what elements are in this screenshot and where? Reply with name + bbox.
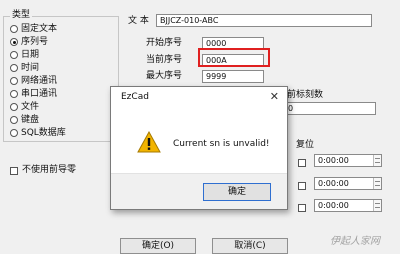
reset-time-1-value: 0:00:00 [318,156,349,165]
type-option-0[interactable]: 固定文本 [10,23,66,36]
dialog-message: Current sn is unvalid! [173,139,270,149]
type-option-2[interactable]: 日期 [10,49,66,62]
type-option-label: 键盘 [21,115,40,125]
type-option-label: 序列号 [21,37,49,47]
type-option-6[interactable]: 文件 [10,101,66,114]
time-spinner-2[interactable] [373,178,381,189]
reset-time-3-value: 0:00:00 [318,201,349,210]
type-group-title: 类型 [10,10,33,21]
radio-button[interactable] [10,76,18,85]
radio-button[interactable] [10,37,18,46]
cancel-button[interactable]: 取消(C) [212,238,288,254]
type-option-5[interactable]: 串口通讯 [10,88,66,101]
no-leading-zero-checkbox[interactable] [10,166,18,176]
ezcad-dialog: EzCad ✕ Current sn is unvalid! 确定 [110,86,288,210]
type-option-label: 时间 [21,63,40,73]
mark-count-input[interactable]: 0 [284,102,376,115]
close-icon[interactable]: ✕ [270,90,279,103]
reset-time-2-value: 0:00:00 [318,179,349,188]
type-option-4[interactable]: 网络通讯 [10,75,66,88]
watermark-text: 伊起人家网 [330,236,380,247]
radio-button[interactable] [10,63,18,72]
dialog-ok-button[interactable]: 确定 [203,183,271,201]
text-label: 文 本 [128,16,149,26]
max-number-input[interactable]: 9999 [202,70,264,83]
type-option-label: 固定文本 [21,24,58,34]
radio-button[interactable] [10,24,18,33]
type-option-label: 网络通讯 [21,76,58,86]
radio-button[interactable] [10,128,18,137]
warning-icon [137,131,161,153]
reset-label: 复位 [296,140,315,150]
radio-button[interactable] [10,102,18,111]
reset-checkbox-3[interactable] [298,203,306,213]
type-option-8[interactable]: SQL数据库 [10,127,66,140]
dialog-titlebar: EzCad ✕ [111,87,287,107]
type-option-label: 日期 [21,50,40,60]
type-option-label: 串口通讯 [21,89,58,99]
reset-checkbox-1[interactable] [298,158,306,168]
type-option-label: SQL数据库 [21,128,66,138]
ok-button[interactable]: 确定(O) [120,238,196,254]
type-option-7[interactable]: 键盘 [10,114,66,127]
type-option-label: 文件 [21,102,40,112]
time-spinner-3[interactable] [373,200,381,211]
type-option-1[interactable]: 序列号 [10,36,66,49]
reset-time-1[interactable]: 0:00:00 [314,154,382,167]
radio-button[interactable] [10,89,18,98]
type-radio-list: 固定文本序列号日期时间网络通讯串口通讯文件键盘 SQL数据库 [10,23,66,140]
type-option-3[interactable]: 时间 [10,62,66,75]
max-number-label: 最大序号 [146,71,183,81]
reset-time-3[interactable]: 0:00:00 [314,199,382,212]
radio-button[interactable] [10,50,18,59]
current-number-label: 当前序号 [146,55,183,65]
reset-time-2[interactable]: 0:00:00 [314,177,382,190]
reset-checkbox-2[interactable] [298,181,306,191]
time-spinner-1[interactable] [373,155,381,166]
dialog-title: EzCad [121,92,149,102]
start-number-label: 开始序号 [146,38,183,48]
radio-button[interactable] [10,115,18,124]
current-number-highlight [198,48,270,67]
text-input[interactable]: BJJCZ-010-ABC [156,14,372,27]
no-leading-zero-label: 不使用前导零 [22,165,77,175]
